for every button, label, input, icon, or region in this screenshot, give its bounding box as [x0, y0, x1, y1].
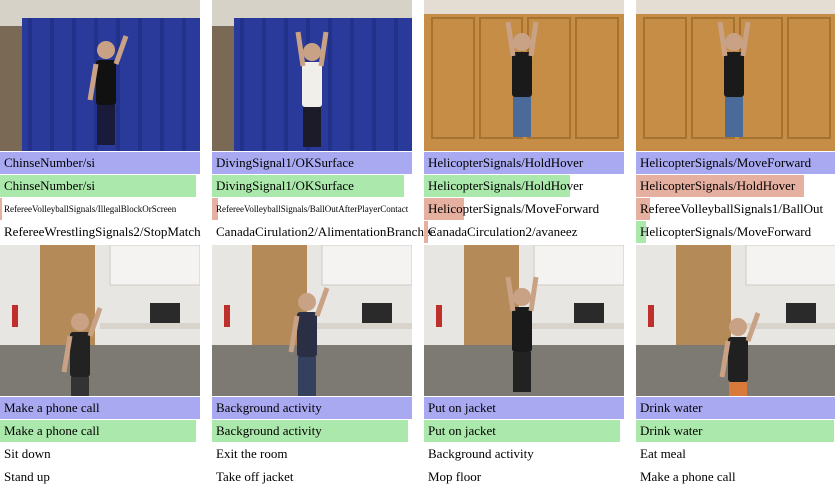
prediction-row: Take off jacket	[212, 466, 412, 488]
fire-extinguisher	[436, 305, 442, 327]
ground-truth-label: ChinseNumber/si	[0, 152, 200, 174]
ground-truth-label: Put on jacket	[424, 397, 624, 419]
fire-extinguisher	[224, 305, 230, 327]
prediction-label: HelicopterSignals/HoldHover	[428, 178, 584, 193]
prediction-label: RefereeWrestlingSignals2/StopMatch	[4, 224, 201, 239]
result-panel: Make a phone call Make a phone call Sit do…	[0, 245, 200, 487]
ground-truth-text: Drink water	[640, 400, 703, 415]
prediction-row: Put on jacket	[424, 420, 624, 442]
prediction-label: RefereeVolleyballSignals1/BallOut	[640, 201, 824, 216]
video-frame	[212, 0, 412, 151]
prediction-row: Drink water	[636, 420, 835, 442]
ground-truth-label: Drink water	[636, 397, 835, 419]
fire-extinguisher	[12, 305, 18, 327]
prediction-row: Exit the room	[212, 443, 412, 465]
prediction-row: Stand up	[0, 466, 200, 488]
video-frame	[0, 245, 200, 396]
prediction-row: CanadaCirulation2/AlimentationBranchee	[212, 221, 436, 243]
video-frame	[424, 0, 624, 151]
prediction-label: HelicopterSignals/MoveForward	[640, 224, 812, 239]
video-frame	[0, 0, 200, 151]
prediction-row: HelicopterSignals/HoldHover	[636, 175, 835, 197]
prediction-row: Background activity	[424, 443, 624, 465]
prediction-label: Put on jacket	[428, 423, 496, 438]
ground-truth-text: HelicopterSignals/HoldHover	[428, 155, 584, 170]
ground-truth-label: Make a phone call	[0, 397, 200, 419]
ground-truth-text: Background activity	[216, 400, 322, 415]
prediction-row: Eat meal	[636, 443, 835, 465]
prediction-row: RefereeVolleyballSignals/BallOutAfterPla…	[212, 198, 412, 220]
result-panel: HelicopterSignals/HoldHover HelicopterSig…	[424, 0, 624, 243]
video-frame	[636, 245, 835, 396]
prediction-row: Background activity	[212, 420, 412, 442]
prediction-label: ChinseNumber/si	[4, 178, 95, 193]
result-panel: HelicopterSignals/MoveForward HelicopterS…	[636, 0, 835, 243]
prediction-label: HelicopterSignals/MoveForward	[428, 201, 600, 216]
prediction-label: Take off jacket	[216, 469, 294, 484]
prediction-row: ChinseNumber/si	[0, 175, 200, 197]
ground-truth-text: Put on jacket	[428, 400, 496, 415]
prediction-row: DivingSignal1/OKSurface	[212, 175, 412, 197]
result-panel: Put on jacket Put on jacket Background act…	[424, 245, 624, 487]
prediction-label: Exit the room	[216, 446, 288, 461]
prediction-label: Mop floor	[428, 469, 482, 484]
prediction-label: CanadaCirculation2/avaneez	[428, 224, 578, 239]
result-panel: ChinseNumber/si ChinseNumber/si RefereeVol…	[0, 0, 201, 243]
fire-extinguisher	[648, 305, 654, 327]
prediction-label: RefereeVolleyballSignals/IllegalBlockOrS…	[4, 204, 177, 214]
prediction-label: Make a phone call	[4, 423, 100, 438]
prediction-label: Background activity	[428, 446, 534, 461]
prediction-label: RefereeVolleyballSignals/BallOutAfterPla…	[216, 204, 409, 214]
prediction-row: RefereeVolleyballSignals1/BallOut	[636, 198, 835, 220]
video-frame	[424, 245, 624, 396]
prediction-label: HelicopterSignals/HoldHover	[640, 178, 796, 193]
prediction-label: Stand up	[4, 469, 50, 484]
ground-truth-text: Make a phone call	[4, 400, 100, 415]
prediction-row: CanadaCirculation2/avaneez	[424, 221, 624, 243]
video-frame	[636, 0, 835, 151]
prediction-row: HelicopterSignals/MoveForward	[424, 198, 624, 220]
prediction-row: Sit down	[0, 443, 200, 465]
prediction-label: Sit down	[4, 446, 51, 461]
prediction-row: Mop floor	[424, 466, 624, 488]
prediction-label: CanadaCirulation2/AlimentationBranchee	[216, 224, 436, 239]
ground-truth-text: ChinseNumber/si	[4, 155, 95, 170]
ground-truth-text: HelicopterSignals/MoveForward	[640, 155, 812, 170]
prediction-label: DivingSignal1/OKSurface	[216, 178, 354, 193]
prediction-row: HelicopterSignals/HoldHover	[424, 175, 624, 197]
prediction-label: Make a phone call	[640, 469, 736, 484]
prediction-row: Make a phone call	[0, 420, 200, 442]
prediction-row: RefereeWrestlingSignals2/StopMatch	[0, 221, 201, 243]
prediction-row: Make a phone call	[636, 466, 835, 488]
office-floor	[0, 345, 200, 396]
prediction-label: Drink water	[640, 423, 703, 438]
prediction-label: Eat meal	[640, 446, 686, 461]
prediction-row: RefereeVolleyballSignals/IllegalBlockOrS…	[0, 198, 200, 220]
ground-truth-text: DivingSignal1/OKSurface	[216, 155, 354, 170]
ground-truth-label: Background activity	[212, 397, 412, 419]
result-panel: Background activity Background activity Ex…	[212, 245, 412, 487]
video-frame	[212, 245, 412, 396]
ground-truth-label: DivingSignal1/OKSurface	[212, 152, 412, 174]
prediction-row: HelicopterSignals/MoveForward	[636, 221, 835, 243]
result-panel: Drink water Drink water Eat meal Make a pho…	[636, 245, 835, 487]
prediction-label: Background activity	[216, 423, 322, 438]
ground-truth-label: HelicopterSignals/HoldHover	[424, 152, 624, 174]
result-panel: DivingSignal1/OKSurface DivingSignal1/OKS…	[212, 0, 436, 243]
prediction-score-bar	[0, 198, 2, 220]
ground-truth-label: HelicopterSignals/MoveForward	[636, 152, 835, 174]
